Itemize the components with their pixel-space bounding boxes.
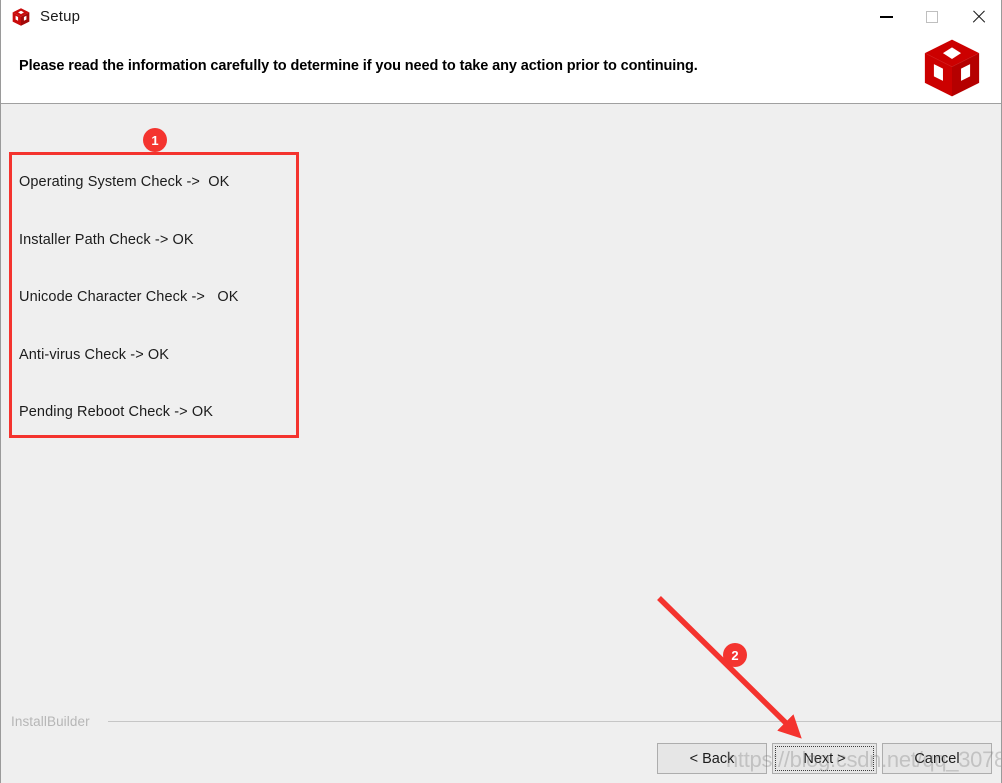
check-item-anti-virus: Anti-virus Check -> OK bbox=[19, 346, 170, 363]
system-check-list: Operating System Check -> OK Installer P… bbox=[19, 173, 289, 461]
maximize-button[interactable] bbox=[909, 0, 955, 33]
check-item-unicode-character: Unicode Character Check -> OK bbox=[19, 289, 239, 305]
minimize-icon bbox=[879, 15, 893, 18]
back-button[interactable]: < Back bbox=[657, 743, 767, 774]
installbuilder-brand-label: InstallBuilder bbox=[11, 714, 90, 729]
close-button[interactable] bbox=[955, 0, 1001, 33]
installbuilder-cube-logo bbox=[924, 39, 980, 97]
check-item-installer-path: Installer Path Check -> OK bbox=[19, 231, 194, 248]
minimize-button[interactable] bbox=[863, 0, 909, 33]
header-instruction: Please read the information carefully to… bbox=[19, 58, 698, 74]
check-item-operating-system: Operating System Check -> OK bbox=[19, 174, 230, 190]
title-bar: Setup bbox=[1, 0, 1001, 33]
next-button-label: Next > bbox=[803, 750, 846, 767]
setup-wizard-window: Setup Please read the information carefu… bbox=[0, 0, 1002, 783]
cancel-button[interactable]: Cancel bbox=[882, 743, 992, 774]
close-icon bbox=[971, 10, 985, 24]
window-title: Setup bbox=[40, 8, 81, 25]
installbuilder-cube-icon bbox=[12, 7, 30, 26]
check-item-pending-reboot: Pending Reboot Check -> OK bbox=[19, 404, 214, 420]
dialog-button-bar: < Back Next > Cancel bbox=[1, 743, 1001, 775]
header-band: Please read the information carefully to… bbox=[1, 33, 1001, 104]
window-controls bbox=[863, 0, 1001, 33]
footer-separator bbox=[108, 721, 1001, 722]
maximize-icon bbox=[926, 10, 938, 23]
next-button[interactable]: Next > bbox=[772, 743, 877, 774]
content-area: Operating System Check -> OK Installer P… bbox=[1, 105, 1001, 783]
